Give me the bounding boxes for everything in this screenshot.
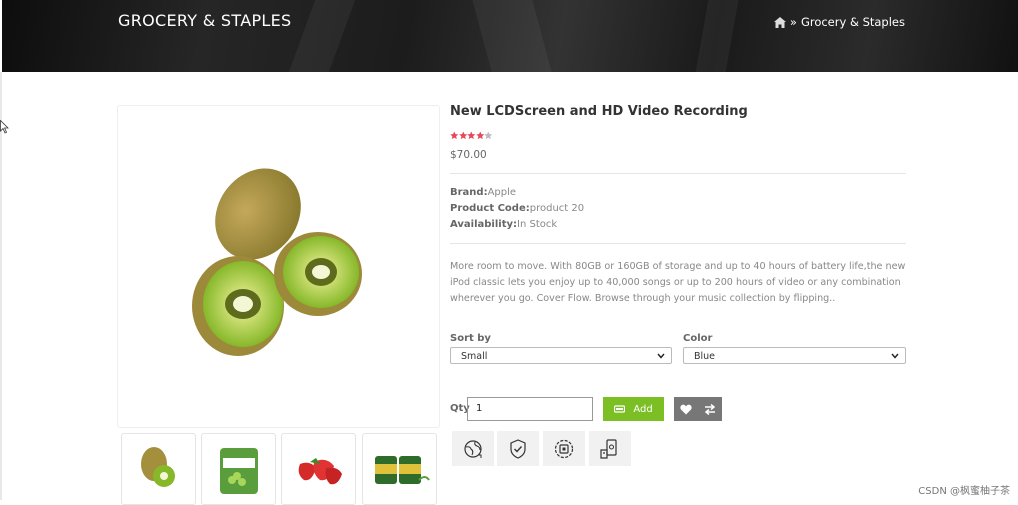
star-icon [484,131,493,140]
chevron-down-icon [891,353,899,359]
product-code-row: Product Code:product 20 [450,203,584,214]
product-price: $70.00 [450,149,487,161]
product-main-image[interactable] [117,105,440,428]
breadcrumb: » Grocery & Staples [773,15,905,29]
globe-icon [464,439,482,458]
availability-value: In Stock [517,219,558,230]
page-banner: GROCERY & STAPLES » Grocery & Staples [2,0,1018,72]
brand-value: Apple [487,187,517,198]
kiwi-thumb-image [141,447,175,487]
availability-row: Availability:In Stock [450,219,557,230]
add-button-label: Add [633,403,653,415]
mouse-cursor-icon [0,120,9,134]
star-icon [475,131,484,140]
kiwi-image [192,168,362,356]
product-title: New LCDScreen and HD Video Recording [450,104,748,119]
thumbnail-cans[interactable] [362,433,437,505]
cans-thumb-image [375,456,430,484]
color-label: Color [683,333,713,344]
cart-icon [614,404,626,413]
sort-select-value: Small [461,351,488,362]
sort-select[interactable]: Small [450,347,672,364]
qty-input[interactable]: 1 [467,397,593,421]
product-info: New LCDScreen and HD Video Recording [450,104,906,122]
star-icon [458,131,467,140]
worldwide-feature [452,431,494,466]
shield-icon [510,438,526,459]
compare-button[interactable] [698,397,722,421]
brand-row: Brand:Apple [450,187,516,198]
star-icon [467,131,476,140]
color-select-value: Blue [694,351,716,362]
rating-stars [450,131,493,140]
chevron-down-icon [657,353,665,359]
heart-icon [680,404,692,414]
money-icon [600,438,617,459]
product-code-value: product 20 [529,203,585,214]
watermark: CSDN @枫蜜柚子茶 [918,486,1010,497]
compare-icon [704,403,716,415]
breadcrumb-separator: » [789,15,797,29]
payment-feature [589,431,631,466]
divider [450,173,906,174]
product-code-label: Product Code: [450,203,530,214]
color-select[interactable]: Blue [683,347,906,364]
strawberry-thumb-image [298,458,342,485]
brand-label: Brand: [450,187,488,198]
availability-label: Availability: [450,219,517,230]
product-description: More room to move. With 80GB or 160GB of… [450,261,906,304]
chip-icon [554,439,574,458]
sort-label: Sort by [450,333,491,344]
add-to-cart-button[interactable]: Add [603,397,664,421]
quality-feature [543,431,585,466]
thumbnail-peas-bag[interactable] [201,433,276,505]
star-icon [450,131,459,140]
thumbnail-kiwi[interactable] [121,433,196,505]
breadcrumb-current[interactable]: Grocery & Staples [801,15,905,29]
wishlist-button[interactable] [674,397,698,421]
divider [450,243,906,244]
page-edge [0,72,2,500]
secure-feature [497,431,539,466]
thumbnail-strawberries[interactable] [281,433,356,505]
peas-thumb-image [220,448,258,494]
page-title: GROCERY & STAPLES [118,11,292,30]
home-icon[interactable] [773,16,786,28]
